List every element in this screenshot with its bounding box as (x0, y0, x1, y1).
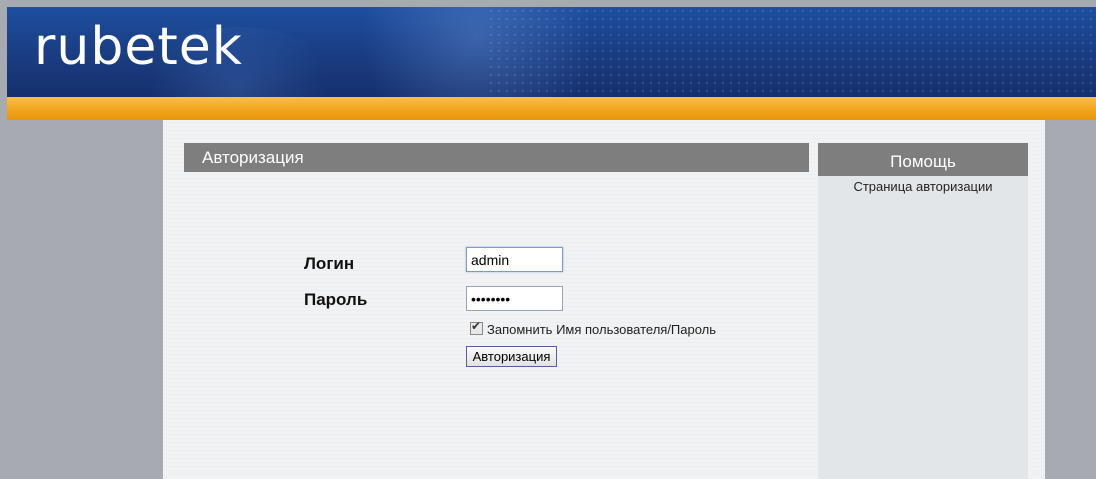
rubetek-logo: rubetek (34, 17, 243, 77)
login-label: Логин (304, 254, 355, 273)
help-text: Страница авторизации (853, 179, 993, 194)
help-header: Помощь (818, 143, 1028, 176)
remember-checkbox-row[interactable]: ✔ Запомнить Имя пользователя/Пароль (470, 319, 717, 337)
help-title: Помощь (890, 152, 956, 171)
accent-bar (7, 97, 1096, 120)
password-label: Пароль (304, 290, 368, 309)
password-input[interactable] (466, 286, 563, 311)
help-panel: Помощь Страница авторизации (818, 143, 1028, 479)
remember-label: Запомнить Имя пользователя/Пароль (487, 322, 717, 337)
remember-checkbox[interactable]: ✔ (470, 319, 483, 335)
banner-dot-pattern (487, 7, 1096, 97)
auth-section-header: Авторизация (184, 143, 809, 172)
checkmark-icon: ✔ (471, 319, 482, 333)
auth-section-title: Авторизация (202, 148, 304, 167)
top-banner: rubetek (7, 7, 1096, 97)
login-input[interactable] (466, 247, 563, 272)
login-button[interactable]: Авторизация (466, 346, 557, 367)
